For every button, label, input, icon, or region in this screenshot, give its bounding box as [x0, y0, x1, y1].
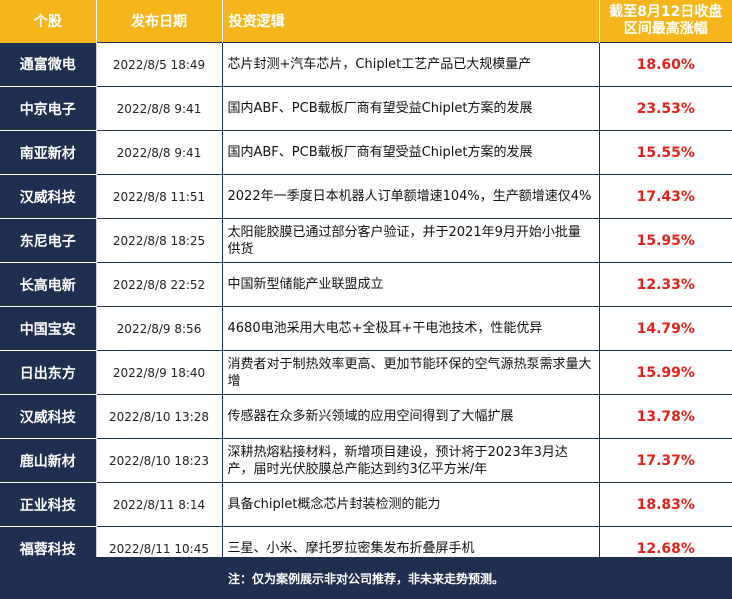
stock-name: 中国宝安 [0, 306, 97, 351]
stock-name: 鹿山新材 [0, 438, 97, 483]
stock-name: 长高电新 [0, 262, 97, 307]
max-gain: 15.95% [599, 218, 732, 263]
publish-date: 2022/8/10 13:28 [96, 394, 223, 439]
publish-date: 2022/8/8 11:51 [96, 174, 223, 219]
stock-case-table-page: 个股 发布日期 投资逻辑 截至8月12日收盘 区间最高涨幅 通富微电 2022/… [0, 0, 732, 599]
investment-logic: 具备chiplet概念芯片封装检测的能力 [222, 482, 600, 527]
header-stock: 个股 [0, 0, 97, 43]
investment-logic: 传感器在众多新兴领域的应用空间得到了大幅扩展 [222, 394, 600, 439]
max-gain: 15.99% [599, 350, 732, 395]
stock-name: 汉威科技 [0, 394, 97, 439]
stock-name: 汉威科技 [0, 174, 97, 219]
table-row: 日出东方 2022/8/9 18:40 消费者对于制热效率更高、更加节能环保的空… [0, 350, 732, 395]
header-logic: 投资逻辑 [222, 0, 600, 43]
table-row: 中国宝安 2022/8/9 8:56 4680电池采用大电芯+全极耳+干电池技术… [0, 306, 732, 351]
max-gain: 18.60% [599, 42, 732, 87]
table-row: 长高电新 2022/8/8 22:52 中国新型储能产业联盟成立 12.33% [0, 262, 732, 307]
stock-name: 通富微电 [0, 42, 97, 87]
publish-date: 2022/8/8 9:41 [96, 86, 223, 131]
stock-name: 东尼电子 [0, 218, 97, 263]
publish-date: 2022/8/8 22:52 [96, 262, 223, 307]
header-gain: 截至8月12日收盘 区间最高涨幅 [599, 0, 732, 43]
investment-logic: 中国新型储能产业联盟成立 [222, 262, 600, 307]
publish-date: 2022/8/9 18:40 [96, 350, 223, 395]
stock-name: 日出东方 [0, 350, 97, 395]
table-row: 通富微电 2022/8/5 18:49 芯片封测+汽车芯片，Chiplet工艺产… [0, 42, 732, 87]
publish-date: 2022/8/8 9:41 [96, 130, 223, 175]
max-gain: 18.83% [599, 482, 732, 527]
publish-date: 2022/8/5 18:49 [96, 42, 223, 87]
investment-logic: 芯片封测+汽车芯片，Chiplet工艺产品已大规模量产 [222, 42, 600, 87]
table-row: 汉威科技 2022/8/8 11:51 2022年一季度日本机器人订单额增速10… [0, 174, 732, 219]
max-gain: 23.53% [599, 86, 732, 131]
publish-date: 2022/8/8 18:25 [96, 218, 223, 263]
header-date: 发布日期 [96, 0, 223, 43]
investment-logic: 4680电池采用大电芯+全极耳+干电池技术，性能优异 [222, 306, 600, 351]
investment-logic: 国内ABF、PCB载板厂商有望受益Chiplet方案的发展 [222, 86, 600, 131]
publish-date: 2022/8/11 8:14 [96, 482, 223, 527]
disclaimer-footer: 注：仅为案例展示非对公司推荐，非未来走势预测。 [0, 557, 732, 599]
table-row: 汉威科技 2022/8/10 13:28 传感器在众多新兴领域的应用空间得到了大… [0, 394, 732, 439]
table-row: 鹿山新材 2022/8/10 18:23 深耕热熔粘接材料，新增项目建设，预计将… [0, 438, 732, 483]
max-gain: 17.43% [599, 174, 732, 219]
publish-date: 2022/8/10 18:23 [96, 438, 223, 483]
max-gain: 15.55% [599, 130, 732, 175]
investment-logic: 太阳能胶膜已通过部分客户验证，并于2021年9月开始小批量供货 [222, 218, 600, 263]
max-gain: 12.33% [599, 262, 732, 307]
table-header-row: 个股 发布日期 投资逻辑 截至8月12日收盘 区间最高涨幅 [0, 0, 732, 43]
investment-logic: 国内ABF、PCB载板厂商有望受益Chiplet方案的发展 [222, 130, 600, 175]
investment-logic: 深耕热熔粘接材料，新增项目建设，预计将于2023年3月达产，届时光伏胶膜总产能达… [222, 438, 600, 483]
table-row: 南亚新材 2022/8/8 9:41 国内ABF、PCB载板厂商有望受益Chip… [0, 130, 732, 175]
investment-logic: 消费者对于制热效率更高、更加节能环保的空气源热泵需求量大增 [222, 350, 600, 395]
stock-table: 个股 发布日期 投资逻辑 截至8月12日收盘 区间最高涨幅 通富微电 2022/… [0, 0, 732, 571]
max-gain: 13.78% [599, 394, 732, 439]
max-gain: 17.37% [599, 438, 732, 483]
header-gain-line2: 区间最高涨幅 [623, 21, 708, 37]
max-gain: 14.79% [599, 306, 732, 351]
publish-date: 2022/8/9 8:56 [96, 306, 223, 351]
table-row: 东尼电子 2022/8/8 18:25 太阳能胶膜已通过部分客户验证，并于202… [0, 218, 732, 263]
stock-name: 南亚新材 [0, 130, 97, 175]
stock-name: 中京电子 [0, 86, 97, 131]
header-gain-line1: 截至8月12日收盘 [609, 4, 723, 20]
table-row: 正业科技 2022/8/11 8:14 具备chiplet概念芯片封装检测的能力… [0, 482, 732, 527]
investment-logic: 2022年一季度日本机器人订单额增速104%，生产额增速仅4% [222, 174, 600, 219]
stock-name: 正业科技 [0, 482, 97, 527]
table-row: 中京电子 2022/8/8 9:41 国内ABF、PCB载板厂商有望受益Chip… [0, 86, 732, 131]
disclaimer-text: 注：仅为案例展示非对公司推荐，非未来走势预测。 [227, 571, 504, 586]
